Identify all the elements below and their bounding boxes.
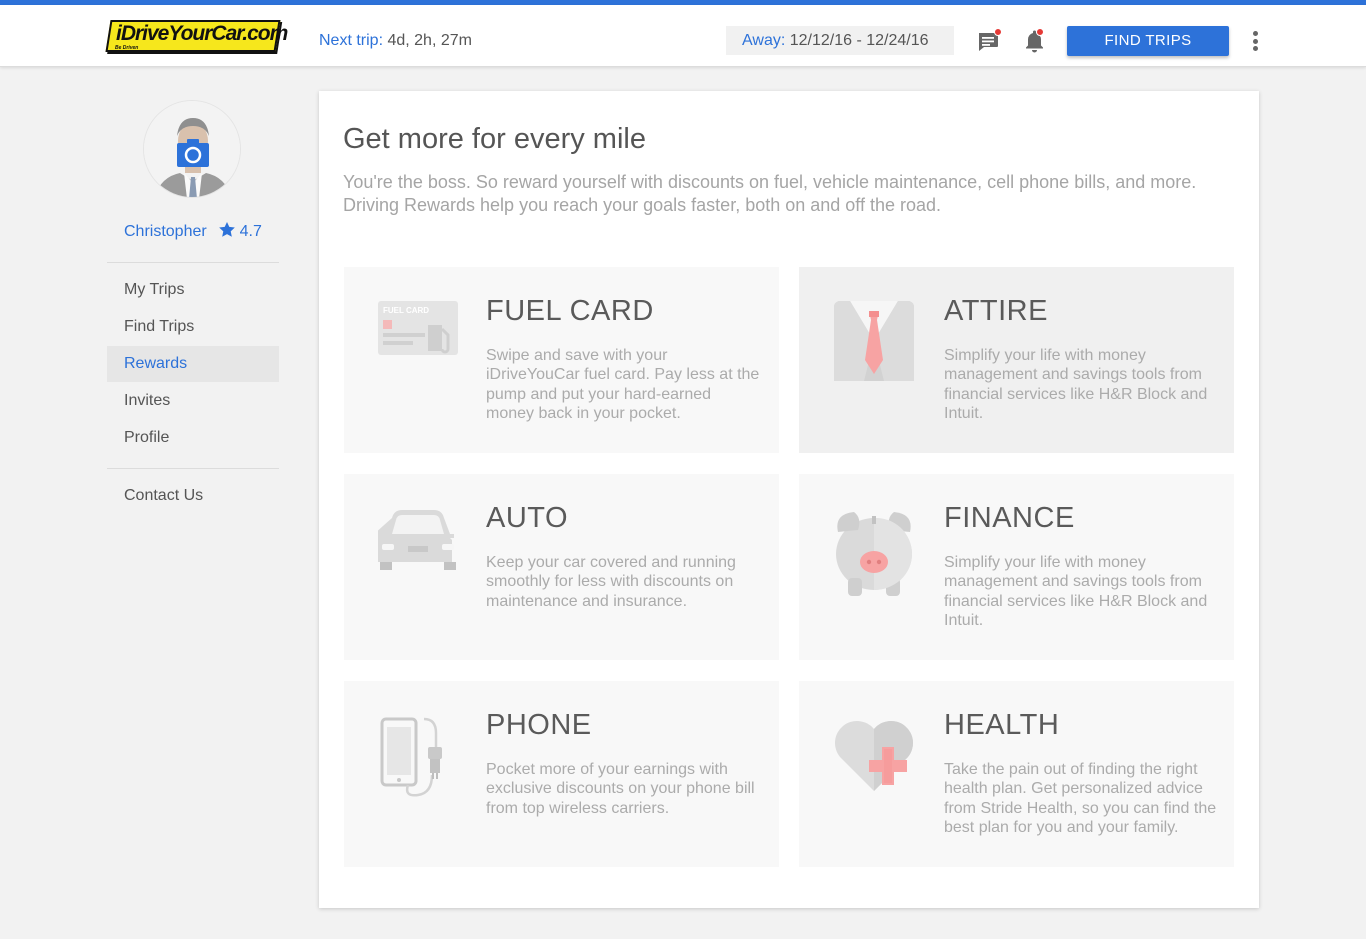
reward-tile-auto[interactable]: AUTO Keep your car covered and running s… — [344, 474, 779, 660]
away-label: Away: — [742, 32, 786, 49]
top-header: iDriveYourCar.com Be Driven Next trip: 4… — [0, 5, 1366, 67]
reward-title: HEALTH — [944, 709, 1060, 741]
fuel-card-icon-text: FUEL CARD — [383, 306, 429, 315]
logo-text: iDriveYourCar.com — [116, 22, 288, 45]
sidebar-item-find-trips[interactable]: Find Trips — [107, 309, 279, 345]
camera-icon[interactable] — [177, 139, 209, 167]
reward-description: Swipe and save with your iDriveYouCar fu… — [486, 347, 760, 422]
rewards-card: Get more for every mile You're the boss.… — [319, 91, 1259, 908]
reward-description: Simplify your life with money management… — [944, 347, 1208, 422]
sidebar-divider — [107, 262, 279, 263]
sidebar-divider — [107, 468, 279, 469]
message-icon[interactable] — [976, 28, 1002, 54]
reward-title: ATTIRE — [944, 295, 1048, 327]
more-vert-icon[interactable] — [1246, 29, 1264, 53]
sidebar-item-contact-us[interactable]: Contact Us — [107, 478, 279, 514]
next-trip-label: Next trip: — [319, 32, 384, 49]
next-trip-status: Next trip: 4d, 2h, 27m — [319, 32, 472, 50]
user-rating: 4.7 — [239, 223, 262, 240]
reward-description: Simplify your life with money management… — [944, 554, 1208, 629]
avatar[interactable] — [143, 100, 241, 198]
reward-tile-health[interactable]: HEALTH Take the pain out of finding the … — [799, 681, 1234, 867]
reward-title: FUEL CARD — [486, 295, 654, 327]
reward-tile-attire[interactable]: ATTIRE Simplify your life with money man… — [799, 267, 1234, 453]
sidebar-item-my-trips[interactable]: My Trips — [107, 272, 279, 308]
away-value: 12/12/16 - 12/24/16 — [785, 32, 929, 49]
reward-description: Take the pain out of finding the right h… — [944, 761, 1217, 836]
car-icon — [370, 508, 460, 590]
page-title: Get more for every mile — [343, 123, 646, 155]
sidebar-item-profile[interactable]: Profile — [107, 420, 279, 456]
star-icon — [219, 222, 239, 240]
suit-icon — [834, 301, 916, 383]
phone-charger-icon — [378, 715, 460, 797]
reward-title: PHONE — [486, 709, 592, 741]
next-trip-value: 4d, 2h, 27m — [383, 32, 472, 49]
sidebar-item-rewards[interactable]: Rewards — [107, 346, 279, 382]
sidebar-item-invites[interactable]: Invites — [107, 383, 279, 419]
user-summary: Christopher 4.7 — [124, 222, 262, 241]
page-description: You're the boss. So reward yourself with… — [343, 172, 1197, 215]
user-name[interactable]: Christopher — [124, 223, 207, 240]
reward-description: Keep your car covered and running smooth… — [486, 554, 736, 610]
reward-title: AUTO — [486, 502, 569, 534]
bell-icon[interactable] — [1021, 28, 1047, 54]
reward-title: FINANCE — [944, 502, 1075, 534]
logo-tagline: Be Driven — [115, 45, 139, 51]
heart-cross-icon — [834, 715, 916, 797]
reward-tile-fuel-card[interactable]: FUEL CARD FUEL CARD Swipe and save with … — [344, 267, 779, 453]
notification-unread-dot — [1036, 28, 1044, 36]
brand-logo[interactable]: iDriveYourCar.com Be Driven — [105, 20, 288, 56]
reward-description: Pocket more of your earnings with exclus… — [486, 761, 755, 817]
fuel-card-icon: FUEL CARD — [378, 301, 460, 383]
find-trips-button[interactable]: FIND TRIPS — [1067, 26, 1229, 56]
reward-tile-phone[interactable]: PHONE Pocket more of your earnings with … — [344, 681, 779, 867]
away-dates[interactable]: Away: 12/12/16 - 12/24/16 — [726, 26, 954, 55]
piggy-bank-icon — [834, 508, 916, 596]
reward-tile-finance[interactable]: FINANCE Simplify your life with money ma… — [799, 474, 1234, 660]
message-unread-dot — [994, 28, 1002, 36]
